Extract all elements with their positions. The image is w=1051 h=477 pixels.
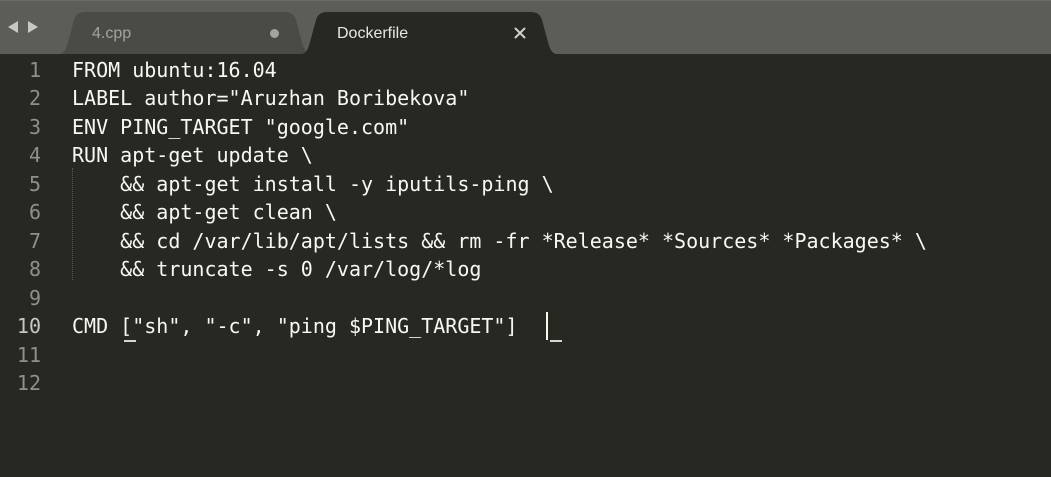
line-number: 8 <box>28 257 41 282</box>
code-line[interactable]: 7 && cd /var/lib/apt/lists && rm -fr *Re… <box>0 227 1051 255</box>
code-line[interactable]: 9 <box>0 284 1051 312</box>
line-number: 2 <box>28 86 41 111</box>
line-number: 6 <box>28 200 41 225</box>
line-number: 3 <box>28 114 41 139</box>
text-cursor <box>546 312 548 340</box>
code-line[interactable]: 4 RUN apt-get update \ <box>0 141 1051 169</box>
line-number: 4 <box>28 143 41 168</box>
line-number: 11 <box>16 342 41 367</box>
code-line[interactable]: 5 && apt-get install -y iputils-ping \ <box>0 170 1051 198</box>
line-text: RUN apt-get update \ <box>72 143 313 168</box>
line-number: 9 <box>28 285 41 310</box>
line-number: 12 <box>16 370 41 395</box>
unsaved-changes-dot-icon[interactable] <box>270 29 279 38</box>
tab-label: 4.cpp <box>92 25 132 42</box>
bracket-match-underline <box>124 340 136 342</box>
close-icon[interactable] <box>512 24 528 42</box>
code-line[interactable]: 3 ENV PING_TARGET "google.com" <box>0 113 1051 141</box>
code-editor[interactable]: 1 FROM ubuntu:16.04 2 LABEL author="Aruzhan… <box>0 54 1051 477</box>
code-line[interactable]: 6 && apt-get clean \ <box>0 198 1051 226</box>
line-text: CMD ["sh", "-c", "ping $PING_TARGET"] <box>72 314 518 339</box>
editor-window: 4.cpp Dockerfile 1 FROM ubuntu:16.04 2 LABE… <box>0 0 1051 477</box>
code-line[interactable]: 8 && truncate -s 0 /var/log/*log <box>0 255 1051 283</box>
line-number: 10 <box>16 314 41 339</box>
line-text: LABEL author="Aruzhan Boribekova" <box>72 86 470 111</box>
line-number: 5 <box>28 171 41 196</box>
code-line[interactable]: 1 FROM ubuntu:16.04 <box>0 56 1051 84</box>
line-text: ENV PING_TARGET "google.com" <box>72 114 410 139</box>
tab-bar: 4.cpp Dockerfile <box>0 0 1051 55</box>
tab-navigation <box>6 19 40 35</box>
tab-label: Dockerfile <box>337 25 409 42</box>
tab-4-cpp[interactable]: 4.cpp <box>54 12 316 55</box>
code-line[interactable]: 10 CMD ["sh", "-c", "ping $PING_TARGET"] <box>0 312 1051 340</box>
code-line[interactable]: 2 LABEL author="Aruzhan Boribekova" <box>0 84 1051 112</box>
line-text: FROM ubuntu:16.04 <box>72 58 277 82</box>
bracket-match-underline <box>550 340 562 342</box>
line-text: && apt-get clean \ <box>72 200 337 225</box>
tab-dockerfile[interactable]: Dockerfile <box>296 12 562 55</box>
line-number: 7 <box>28 228 41 253</box>
line-text: && apt-get install -y iputils-ping \ <box>72 171 554 196</box>
line-text: && cd /var/lib/apt/lists && rm -fr *Rele… <box>72 228 927 253</box>
triangle-right-icon[interactable] <box>26 19 40 35</box>
code-line[interactable]: 12 <box>0 369 1051 397</box>
line-number: 1 <box>28 58 41 82</box>
line-text: && truncate -s 0 /var/log/*log <box>72 257 482 282</box>
triangle-left-icon[interactable] <box>6 19 20 35</box>
code-line[interactable]: 11 <box>0 341 1051 369</box>
